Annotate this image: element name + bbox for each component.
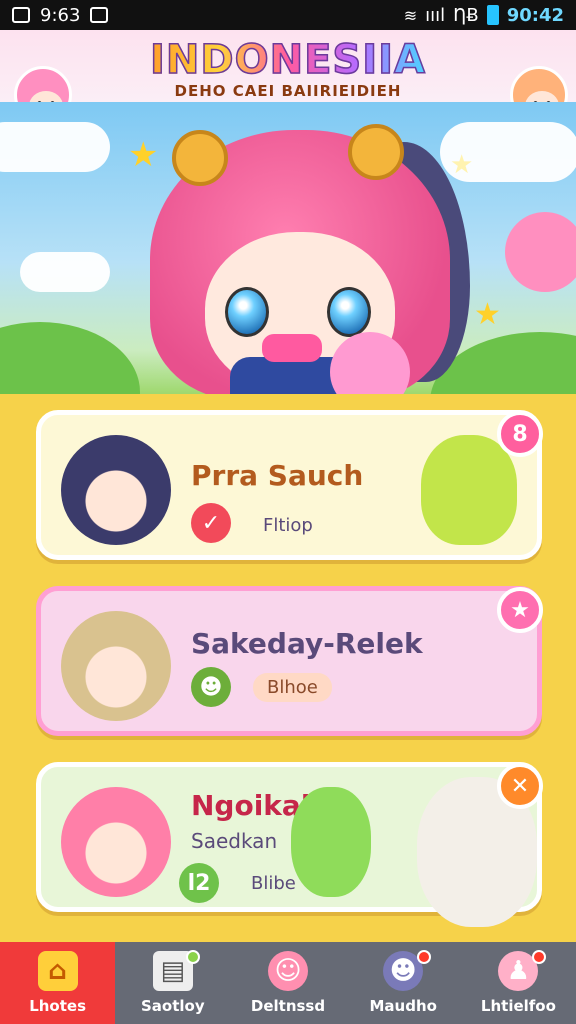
cloud <box>0 122 110 172</box>
signal-icon: ıııl <box>425 4 446 26</box>
card-title: Prra Sauch <box>191 459 364 492</box>
nav-label: Lhtielfoo <box>480 997 556 1015</box>
nav-label: Saotloy <box>140 997 205 1015</box>
character-bow <box>262 334 322 362</box>
game-title: INDONESIIA <box>149 37 426 83</box>
nav-character[interactable]: ☺ Deltnssd <box>230 942 345 1024</box>
level-card[interactable]: Prra Sauch ✓ Fltiop 8 <box>36 410 543 560</box>
game-subtitle: DEHO CAEI BAIIRIEIDIEH <box>174 82 402 100</box>
card-subtitle: Saedkan <box>191 829 278 853</box>
level-card[interactable]: Ngoikah Saedkan l2 Blibe ✕ <box>36 762 543 927</box>
character-eye <box>327 287 371 337</box>
star-icon: ★ <box>474 297 501 332</box>
bear-ear-left <box>172 130 228 186</box>
level-card[interactable]: Sakeday-Relek ☻ Blhoe ★ <box>36 586 543 736</box>
level-badge[interactable]: 8 <box>497 411 543 457</box>
star-icon: ★ <box>450 150 474 180</box>
status-time-left: 9:63 <box>40 4 81 26</box>
character-portrait <box>61 611 171 721</box>
card-title: Sakeday-Relek <box>191 627 423 660</box>
nav-label: Lhotes <box>29 997 87 1015</box>
star-badge[interactable]: ★ <box>497 587 543 633</box>
status-time-right: 90:42 <box>506 4 564 26</box>
card-tag: Blhoe <box>253 673 332 702</box>
hero-illustration: ★ ★ ★ <box>0 102 576 394</box>
wifi-icon: ≋ <box>403 5 418 25</box>
mascot-dragon <box>421 435 517 545</box>
notification-dot <box>186 950 201 964</box>
character-portrait <box>61 435 171 545</box>
battery-icon <box>486 5 499 25</box>
character-eye <box>225 287 269 337</box>
close-badge[interactable]: ✕ <box>497 763 543 809</box>
bottom-navigation: ⌂ Lhotes ▤ Saotloy ☺ Deltnssd ☻ Maudho ♟… <box>0 942 576 1024</box>
balloon-mascot <box>505 212 576 292</box>
check-icon: ✓ <box>191 503 231 543</box>
nav-pets[interactable]: ☻ Maudho <box>346 942 461 1024</box>
home-icon: ⌂ <box>37 951 78 991</box>
notification-dot <box>532 950 547 964</box>
level-number-icon: l2 <box>179 863 219 903</box>
notification-dot <box>416 950 431 964</box>
nav-home[interactable]: ⌂ Lhotes <box>0 942 116 1024</box>
mascot-green <box>291 787 371 897</box>
nav-label: Deltnssd <box>250 997 326 1015</box>
hill <box>0 322 140 394</box>
face-icon: ☺ <box>268 951 308 991</box>
network-label: ȠɃ <box>453 4 479 26</box>
mini-character-icon: ☻ <box>191 667 231 707</box>
cloud <box>20 252 110 292</box>
nav-profile[interactable]: ♟ Lhtielfoo <box>461 942 576 1024</box>
card-tag: Fltiop <box>263 515 313 536</box>
notification-heart-icon <box>90 7 109 23</box>
status-bar: 9:63 ≋ ıııl ȠɃ 90:42 <box>0 0 576 30</box>
nav-cards[interactable]: ▤ Saotloy <box>115 942 230 1024</box>
nav-label: Maudho <box>369 997 437 1015</box>
level-list: Prra Sauch ✓ Fltiop 8 Sakeday-Relek ☻ Bl… <box>0 394 576 942</box>
star-icon: ★ <box>128 135 159 175</box>
bear-ear-right <box>348 124 404 180</box>
character-portrait <box>61 787 171 897</box>
notification-icon <box>12 7 30 23</box>
game-header: INDONESIIA DEHO CAEI BAIIRIEIDIEH <box>0 30 576 124</box>
